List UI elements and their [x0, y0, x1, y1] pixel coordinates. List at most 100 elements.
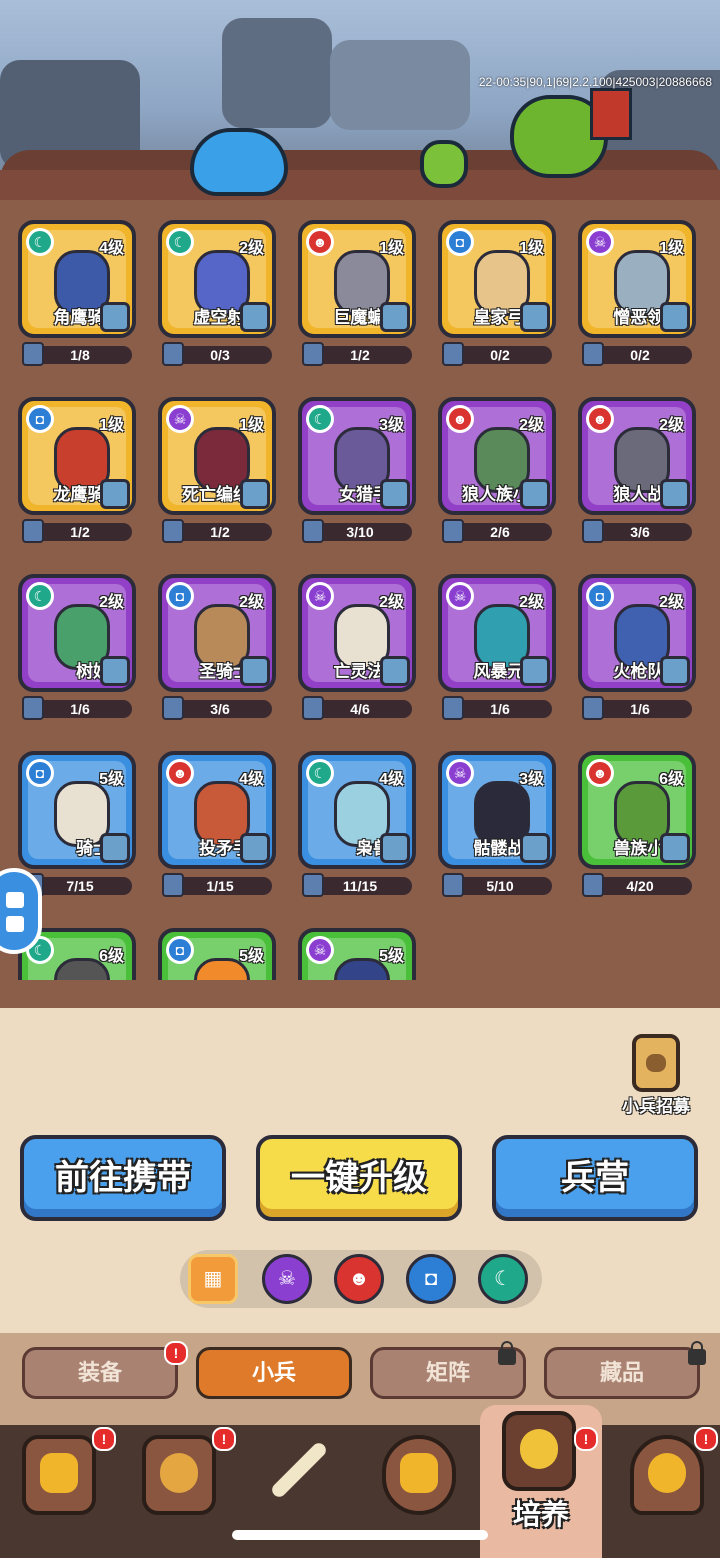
unit-name: 龙鹰骑: [53, 485, 110, 504]
faction-helm-icon: ◘ [26, 759, 54, 787]
shard-progress: 3/6 [162, 696, 272, 720]
shard-progress: 1/2 [22, 519, 132, 543]
unit-portrait[interactable]: ☠ 2级 亡灵法: [298, 574, 416, 692]
nav-portal[interactable]: ! [612, 1425, 720, 1530]
unit-portrait[interactable]: ☻ 4级 投矛手 [158, 751, 276, 869]
shard-progress: 1/8 [22, 342, 132, 366]
faction-helm-icon: ◘ [26, 405, 54, 433]
unit-name: 狼人战: [613, 485, 670, 504]
shard-progress: 3/6 [582, 519, 692, 543]
recruit-button[interactable]: 小兵招募 [614, 1030, 698, 1116]
unit-name: 树妖 [76, 662, 110, 681]
unit-portrait[interactable]: ☾ 4级 枭兽 [298, 751, 416, 869]
sword-icon [262, 1435, 336, 1515]
carry-button[interactable]: 前往携带 [20, 1135, 226, 1221]
faction-skull-icon: ☠ [446, 759, 474, 787]
unit-level: 1级 [239, 417, 264, 434]
unit-portrait[interactable]: ◘ 1级 龙鹰骑: [18, 397, 136, 515]
home-indicator[interactable] [232, 1530, 488, 1540]
shard-count: 2/6 [490, 524, 510, 540]
unit-portrait[interactable]: ☾ 2级 树妖 [18, 574, 136, 692]
unit-portrait[interactable]: ◘ 5级 骑士 [18, 751, 136, 869]
unit-name: 角鹰骑: [53, 308, 110, 327]
unit-skin-icon [520, 833, 550, 863]
unit-portrait[interactable]: ◘ 5级 [158, 928, 276, 980]
faction-helm-icon: ◘ [166, 936, 194, 964]
unit-portrait[interactable]: ☠ 5级 [298, 928, 416, 980]
unit-portrait[interactable]: ☻ 6级 兽族小: [578, 751, 696, 869]
nav-cultivate-label: 培养 [512, 1499, 569, 1530]
faction-moon-icon: ☾ [26, 228, 54, 256]
unit-portrait[interactable]: ☠ 1级 死亡编织 [158, 397, 276, 515]
unit-name: 巨魔蝙: [333, 308, 390, 327]
unit-portrait[interactable]: ☾ 3级 女猎手 [298, 397, 416, 515]
unit-level: 1级 [659, 240, 684, 257]
unit-skin-icon [380, 479, 410, 509]
helm-icon[interactable]: ◘ [406, 1254, 456, 1304]
alert-icon: ! [574, 1427, 598, 1451]
alert-icon: ! [694, 1427, 718, 1451]
faction-skull-icon: ☠ [166, 405, 194, 433]
tab-minions[interactable]: 小兵 [196, 1347, 352, 1399]
shard-count: 3/6 [630, 524, 650, 540]
barracks-button[interactable]: 兵营 [492, 1135, 698, 1221]
upgrade-all-button[interactable]: 一键升级 [256, 1135, 462, 1221]
unit-portrait[interactable]: ◘ 2级 火枪队: [578, 574, 696, 692]
debug-info: 22-00:35|90,1|69|2.2.100|425003|20886668 [478, 75, 712, 89]
shard-progress: 1/2 [162, 519, 272, 543]
nav-crown[interactable]: ! [4, 1425, 116, 1530]
unit-portrait[interactable]: ☻ 2级 狼人战: [578, 397, 696, 515]
unit-level: 2级 [239, 240, 264, 257]
recruit-card-icon [632, 1034, 680, 1092]
demon-icon[interactable]: ☻ [334, 1254, 384, 1304]
unit-skin-icon [240, 479, 270, 509]
unit-portrait[interactable]: ☻ 2级 狼人族小 [438, 397, 556, 515]
skull-icon[interactable]: ☠ [262, 1254, 312, 1304]
shard-progress: 0/2 [442, 342, 552, 366]
shard-count: 4/20 [626, 878, 654, 894]
unit-portrait[interactable]: ◘ 2级 圣骑士 [158, 574, 276, 692]
unit-skin-icon [660, 479, 690, 509]
unit-portrait[interactable]: ☠ 3级骷髅战: [438, 751, 556, 869]
unit-name: 憎恶领: [613, 308, 670, 327]
unit-grid[interactable]: ☾ 4级 角鹰骑: 1/8 ☾ 2级 虚空射: 0/3 ☻ 1级 巨魔蝙: 1/2 ◘ 1级 皇家弓: 0/2… [0, 200, 720, 980]
faction-skull-icon: ☠ [446, 582, 474, 610]
faction-demon-icon: ☻ [306, 228, 334, 256]
shop-icon [382, 1435, 456, 1515]
unit-skin-icon [380, 302, 410, 332]
unit-name: 枭兽 [356, 839, 390, 858]
unit-portrait[interactable]: ☾ 4级 角鹰骑: [18, 220, 136, 338]
unit-name: 骷髅战: [473, 839, 530, 858]
nav-cultivate[interactable]: ! 培养 [480, 1405, 602, 1558]
shard-count: 1/2 [70, 524, 90, 540]
shard-count: 1/8 [70, 347, 90, 363]
shard-count: 0/2 [490, 347, 510, 363]
shard-count: 1/6 [490, 701, 510, 717]
shard-count: 7/15 [66, 878, 94, 894]
side-menu-button[interactable] [0, 868, 42, 954]
unit-skin-icon [100, 656, 130, 686]
tab-equipment[interactable]: 装备 [22, 1347, 178, 1399]
unit-name: 投矛手 [199, 839, 250, 858]
scroll-icon [142, 1435, 216, 1515]
unit-portrait[interactable]: ☠ 2级 风暴元: [438, 574, 556, 692]
shard-count: 3/10 [346, 524, 374, 540]
nav-scroll[interactable]: ! [124, 1425, 236, 1530]
tab-collection[interactable]: 藏品 [544, 1347, 700, 1399]
unit-portrait[interactable]: ☠ 1级 憎恶领: [578, 220, 696, 338]
shard-progress: 4/6 [302, 696, 412, 720]
nav-battle[interactable] [244, 1425, 354, 1530]
faction-helm-icon: ◘ [446, 228, 474, 256]
portal-icon [630, 1435, 704, 1515]
nav-shop[interactable] [364, 1425, 474, 1530]
unit-portrait[interactable]: ☾ 2级 虚空射: [158, 220, 276, 338]
unit-level: 2级 [519, 417, 544, 434]
moon-icon[interactable]: ☾ [478, 1254, 528, 1304]
shard-count: 11/15 [342, 878, 378, 894]
unit-level: 3级 [519, 771, 544, 788]
grid-icon[interactable]: ▦ [188, 1254, 238, 1304]
unit-level: 5级 [239, 948, 264, 965]
unit-portrait[interactable]: ◘ 1级 皇家弓: [438, 220, 556, 338]
unit-portrait[interactable]: ☻ 1级 巨魔蝙: [298, 220, 416, 338]
shard-progress: 2/6 [442, 519, 552, 543]
